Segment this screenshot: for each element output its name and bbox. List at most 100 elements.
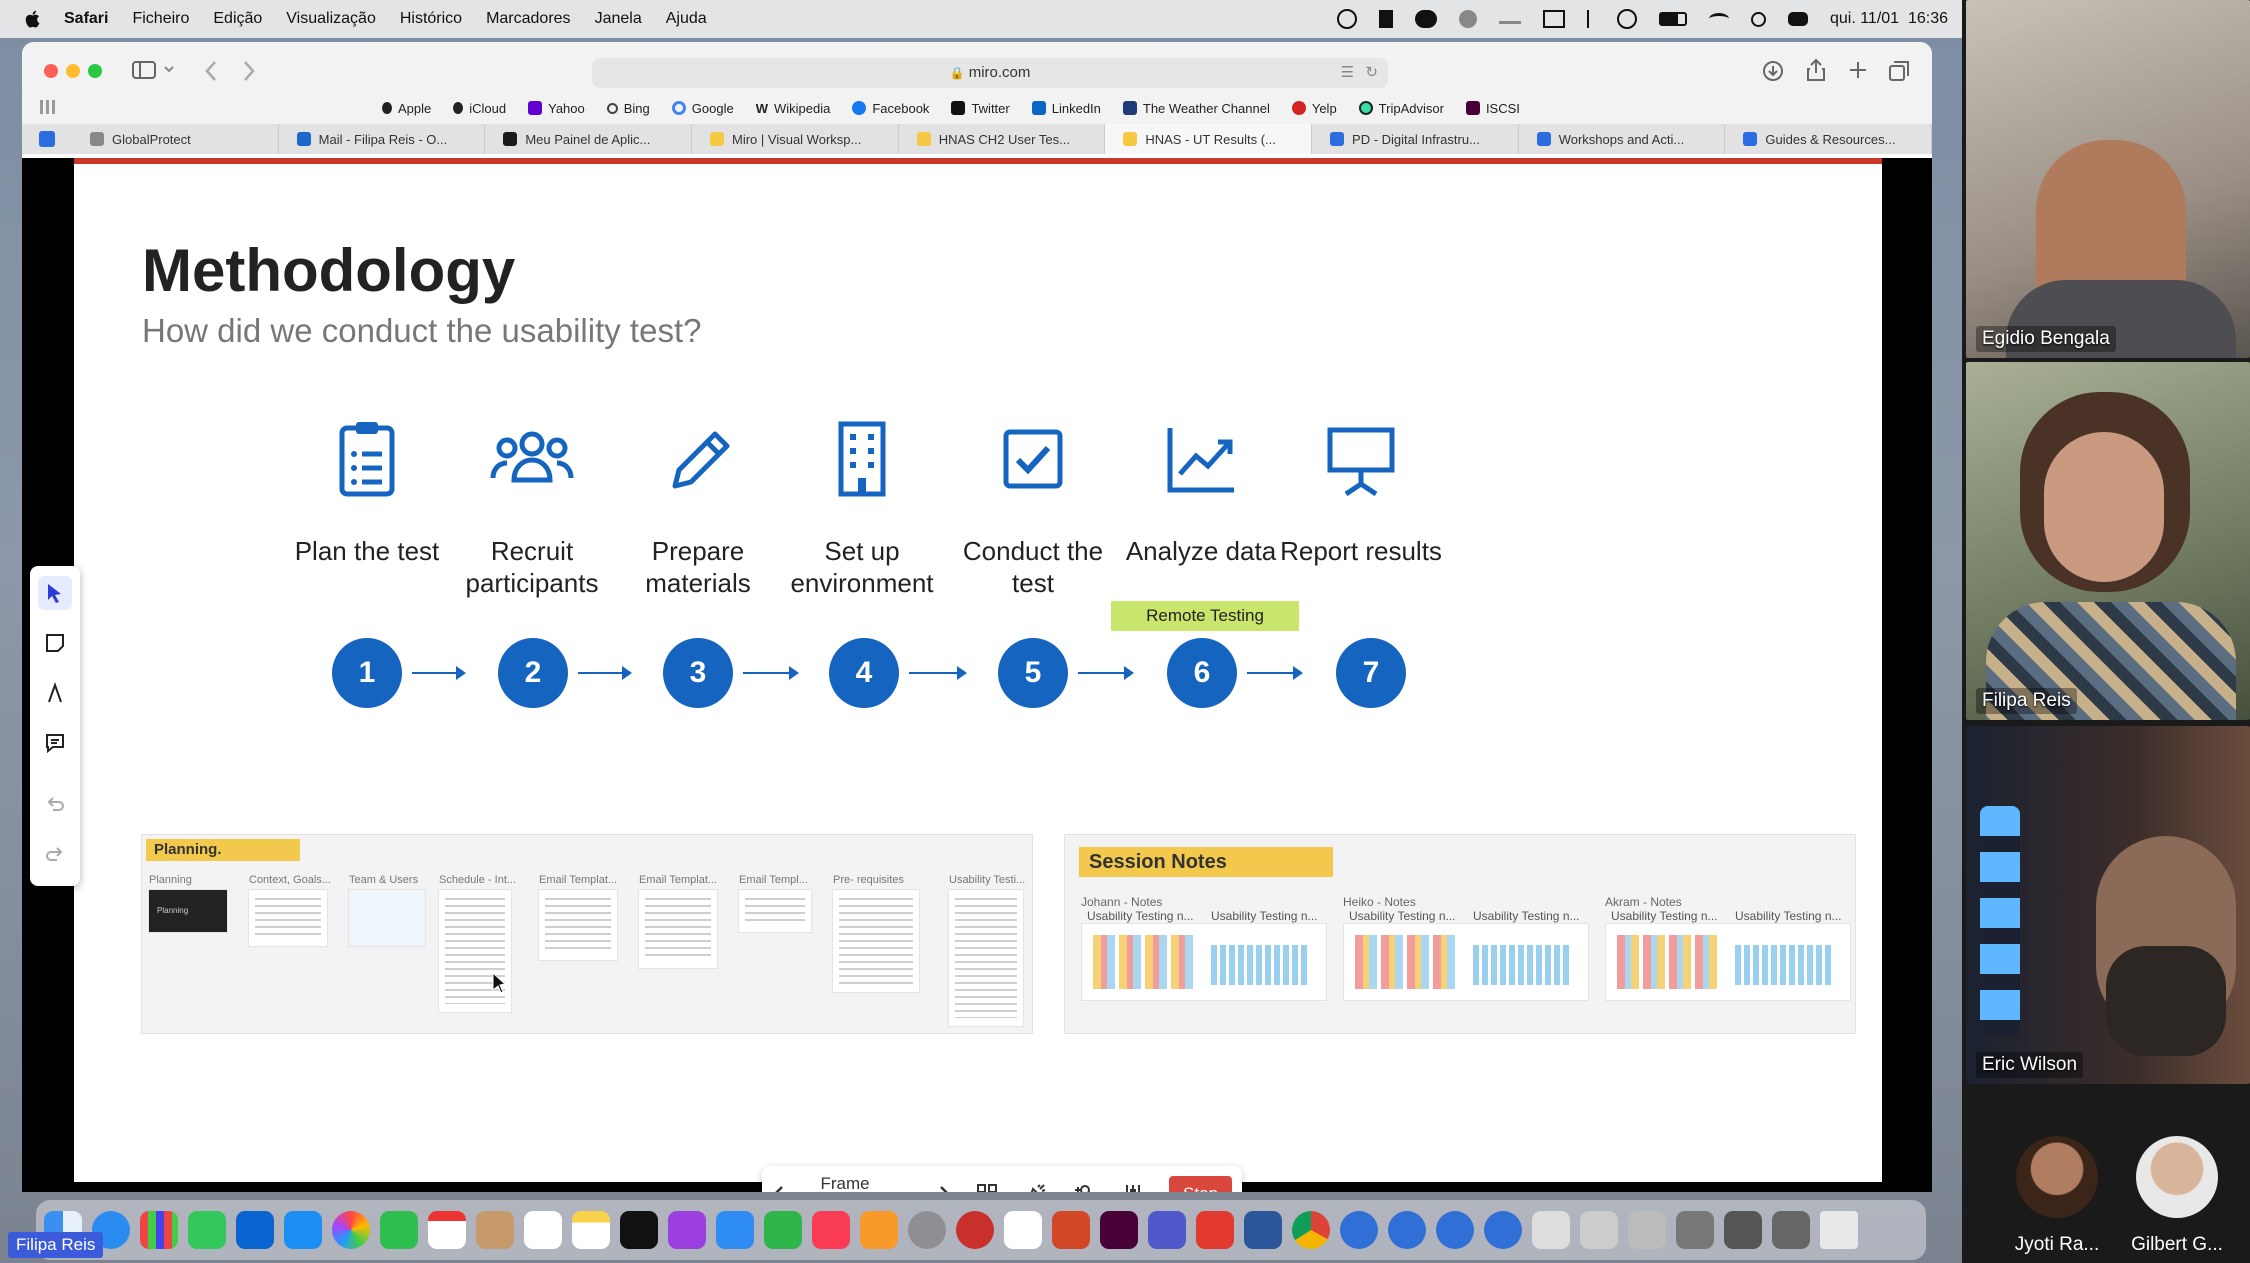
cloud-icon[interactable] xyxy=(1414,10,1437,28)
wifi-icon[interactable] xyxy=(1708,13,1729,25)
search-icon[interactable] xyxy=(1750,11,1766,27)
sticky-note-tool[interactable] xyxy=(38,626,72,660)
comment-tool[interactable] xyxy=(38,726,72,760)
minimized-window-icon[interactable] xyxy=(1628,1211,1666,1249)
outlook-icon[interactable] xyxy=(236,1211,274,1249)
participant-thumbnail[interactable]: Jyoti Ra... xyxy=(1992,1130,2122,1255)
battery-icon[interactable] xyxy=(1658,12,1687,26)
minimized-window-icon[interactable] xyxy=(1532,1211,1570,1249)
download-icon[interactable] xyxy=(1762,60,1784,82)
hitachi-app-icon[interactable] xyxy=(956,1211,994,1249)
participant-tile[interactable]: Eric Wilson xyxy=(1966,726,2250,1084)
favorites-grid-icon[interactable] xyxy=(40,100,56,114)
zoom-window-button[interactable] xyxy=(88,64,102,78)
globe-icon[interactable] xyxy=(1458,10,1477,28)
browser-tab[interactable]: Workshops and Acti... xyxy=(1519,124,1726,154)
favorite-link[interactable]: Yahoo xyxy=(528,101,585,116)
next-frame-button[interactable] xyxy=(926,1181,951,1192)
participant-thumbnail[interactable]: Gilbert G... xyxy=(2112,1130,2242,1255)
play-icon[interactable] xyxy=(1616,9,1637,29)
reactions-button[interactable] xyxy=(1024,1181,1049,1192)
globe-app-icon[interactable] xyxy=(1388,1211,1426,1249)
notes-icon[interactable] xyxy=(572,1211,610,1249)
minimize-window-button[interactable] xyxy=(66,64,80,78)
favorite-link[interactable]: Bing xyxy=(606,101,650,116)
globe-app-icon[interactable] xyxy=(1484,1211,1522,1249)
word-icon[interactable] xyxy=(1244,1211,1282,1249)
launchpad-icon[interactable] xyxy=(140,1211,178,1249)
select-tool[interactable] xyxy=(38,576,72,610)
menubar-clock[interactable]: qui. 11/01 16:36 xyxy=(1830,10,1948,28)
favorite-link[interactable]: Yelp xyxy=(1291,101,1337,116)
favorite-link[interactable]: LinkedIn xyxy=(1031,101,1101,116)
minimized-window-icon[interactable] xyxy=(1772,1211,1810,1249)
menu-view[interactable]: Visualização xyxy=(286,10,376,28)
slack-icon[interactable] xyxy=(1004,1211,1042,1249)
frames-grid-button[interactable] xyxy=(975,1181,1000,1192)
pages-icon[interactable] xyxy=(860,1211,898,1249)
favorite-link[interactable]: Facebook xyxy=(852,101,929,116)
favorite-link[interactable]: iCloud xyxy=(453,101,506,116)
browser-tab[interactable]: Miro | Visual Worksp... xyxy=(692,124,899,154)
screen-share-icon[interactable] xyxy=(1336,9,1357,29)
favorite-link[interactable]: Apple xyxy=(382,101,431,116)
chevron-down-icon[interactable] xyxy=(164,66,174,74)
pen-tool[interactable] xyxy=(38,676,72,710)
browser-tab[interactable]: HNAS CH2 User Tes... xyxy=(899,124,1106,154)
sidebar-toggle-icon[interactable] xyxy=(132,60,156,80)
invite-button[interactable] xyxy=(1072,1181,1097,1192)
new-tab-icon[interactable] xyxy=(1848,60,1868,80)
favorite-link[interactable]: The Weather Channel xyxy=(1122,101,1270,116)
adobe-xd-icon[interactable] xyxy=(1100,1211,1138,1249)
system-settings-icon[interactable] xyxy=(908,1211,946,1249)
tab-overview-icon[interactable] xyxy=(1888,60,1910,82)
trash-icon[interactable] xyxy=(1820,1211,1858,1249)
contacts-icon[interactable] xyxy=(476,1211,514,1249)
redo-button[interactable] xyxy=(38,838,72,872)
appstore-icon[interactable] xyxy=(284,1211,322,1249)
reload-icon[interactable]: ↻ xyxy=(1365,58,1378,88)
participant-tile[interactable]: Egidio Bengala xyxy=(1966,0,2250,358)
browser-tab[interactable]: Mail - Filipa Reis - O... xyxy=(279,124,486,154)
facetime-icon[interactable] xyxy=(380,1211,418,1249)
menu-app-name[interactable]: Safari xyxy=(64,10,108,28)
share-icon[interactable] xyxy=(1806,58,1826,82)
window-icon[interactable] xyxy=(1542,10,1565,28)
browser-tab[interactable]: Guides & Resources... xyxy=(1725,124,1932,154)
undo-button[interactable] xyxy=(38,788,72,822)
stop-presentation-button[interactable]: Stop xyxy=(1169,1176,1233,1192)
forward-button[interactable] xyxy=(242,60,256,82)
menu-help[interactable]: Ajuda xyxy=(666,10,707,28)
favorite-link[interactable]: Twitter xyxy=(951,101,1010,116)
powerpoint-icon[interactable] xyxy=(1052,1211,1090,1249)
podcasts-icon[interactable] xyxy=(668,1211,706,1249)
browser-tab[interactable]: GlobalProtect xyxy=(72,124,279,154)
bluetooth-icon[interactable] xyxy=(1586,10,1595,28)
favorite-link[interactable]: Google xyxy=(671,101,734,116)
favorite-link[interactable]: TripAdvisor xyxy=(1358,101,1444,116)
apple-tv-icon[interactable] xyxy=(620,1211,658,1249)
chrome-icon[interactable] xyxy=(1292,1211,1330,1249)
messages-icon[interactable] xyxy=(188,1211,226,1249)
minimized-window-icon[interactable] xyxy=(1676,1211,1714,1249)
app-status-icon[interactable] xyxy=(1378,10,1393,28)
menu-bookmarks[interactable]: Marcadores xyxy=(486,10,570,28)
translate-icon[interactable]: ☰ xyxy=(1341,58,1354,88)
tab-pinned-icon[interactable] xyxy=(22,124,72,154)
close-window-button[interactable] xyxy=(44,64,58,78)
acrobat-icon[interactable] xyxy=(1196,1211,1234,1249)
globe-app-icon[interactable] xyxy=(1436,1211,1474,1249)
minimized-window-icon[interactable] xyxy=(1580,1211,1618,1249)
session-notes-board-preview[interactable]: Session Notes Johann - Notes Usability T… xyxy=(1064,834,1856,1034)
menu-window[interactable]: Janela xyxy=(595,10,642,28)
teams-icon[interactable] xyxy=(1148,1211,1186,1249)
minimized-window-icon[interactable] xyxy=(1724,1211,1762,1249)
apple-icon[interactable] xyxy=(22,8,44,30)
calendar-icon[interactable] xyxy=(428,1211,466,1249)
planning-board-preview[interactable]: Planning. Planning Planning Context, Goal… xyxy=(141,834,1033,1034)
keynote-icon[interactable] xyxy=(716,1211,754,1249)
menu-file[interactable]: Ficheiro xyxy=(132,10,189,28)
address-bar[interactable]: 🔒 miro.com ☰ ↻ xyxy=(592,58,1388,88)
globe-app-icon[interactable] xyxy=(1340,1211,1378,1249)
back-button[interactable] xyxy=(204,60,218,82)
